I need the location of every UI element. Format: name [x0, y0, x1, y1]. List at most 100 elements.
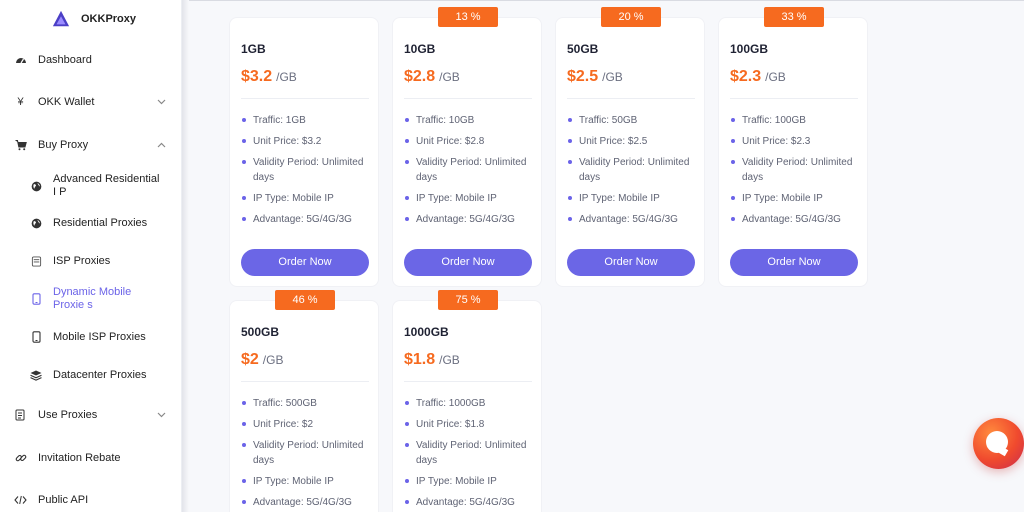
feature-list: Traffic: 500GB Unit Price: $2 Validity P…	[241, 396, 377, 512]
plan-card-10gb: 13 % 10GB $2.8 /GB Traffic: 10GB Unit Pr…	[392, 7, 542, 287]
feature-item: Traffic: 50GB	[567, 113, 703, 128]
sidebar-sub-item-label: Dynamic Mobile Proxie s	[53, 286, 132, 311]
sidebar-sub-item-label: Mobile ISP Proxies	[53, 330, 146, 343]
price-unit: /GB	[262, 353, 284, 367]
sidebar-sub-item-label: Datacenter Proxies	[53, 368, 147, 381]
feature-item: Unit Price: $2	[241, 417, 377, 432]
sidebar-item-buy-proxy[interactable]: Buy Proxy	[0, 133, 182, 157]
feature-item: IP Type: Mobile IP	[404, 191, 540, 206]
price-amount: $2.8	[404, 68, 436, 85]
feature-item: Unit Price: $1.8	[404, 417, 540, 432]
sidebar-item-isp-proxies[interactable]: ISP Proxies	[0, 252, 182, 270]
triangle-logo-icon	[52, 10, 70, 27]
sidebar-item-dashboard[interactable]: Dashboard	[0, 48, 182, 72]
brand[interactable]: OKKProxy	[52, 10, 136, 28]
chevron-down-icon[interactable]	[157, 97, 166, 107]
sidebar-sub-item-label: ISP Proxies	[53, 254, 111, 267]
price-amount: $2.3	[730, 68, 762, 85]
feature-item: Advantage: 5G/4G/3G	[567, 212, 703, 227]
sidebar-item-use-proxies[interactable]: Use Proxies	[0, 403, 182, 427]
feature-item: IP Type: Mobile IP	[241, 474, 377, 489]
mobile-icon	[30, 331, 42, 343]
plan-size: 1GB	[241, 42, 266, 56]
code-icon	[14, 494, 27, 507]
feature-list: Traffic: 50GB Unit Price: $2.5 Validity …	[567, 113, 703, 233]
feature-list: Traffic: 1000GB Unit Price: $1.8 Validit…	[404, 396, 540, 512]
sidebar-item-residential-proxies[interactable]: Residential Proxies	[0, 214, 182, 232]
layers-icon	[30, 369, 42, 381]
speedometer-icon	[14, 54, 27, 67]
feature-item: Validity Period: Unlimited days	[241, 438, 377, 468]
list-icon	[14, 409, 27, 422]
plan-price: $2.8 /GB	[404, 68, 460, 86]
price-unit: /GB	[276, 70, 297, 84]
feature-item: Advantage: 5G/4G/3G	[241, 495, 377, 510]
plan-card-1000gb: 75 % 1000GB $1.8 /GB Traffic: 1000GB Uni…	[392, 290, 542, 512]
sidebar-item-okk-wallet[interactable]: ¥ OKK Wallet	[0, 90, 182, 114]
cart-icon	[14, 139, 27, 152]
order-now-button[interactable]: Order Now	[241, 249, 369, 276]
feature-item: Traffic: 1000GB	[404, 396, 540, 411]
plan-card-50gb: 20 % 50GB $2.5 /GB Traffic: 50GB Unit Pr…	[555, 7, 705, 287]
app-root: OKKProxy Dashboard ¥ OKK Wallet Buy Prox…	[0, 0, 1024, 512]
brand-name: OKKProxy	[81, 13, 137, 25]
order-now-button[interactable]: Order Now	[567, 249, 695, 276]
feature-list: Traffic: 1GB Unit Price: $3.2 Validity P…	[241, 113, 377, 233]
card-divider	[730, 98, 858, 99]
card-divider	[567, 98, 695, 99]
feature-item: Unit Price: $2.3	[730, 134, 866, 149]
feature-list: Traffic: 100GB Unit Price: $2.3 Validity…	[730, 113, 866, 233]
feature-list: Traffic: 10GB Unit Price: $2.8 Validity …	[404, 113, 540, 233]
card-divider	[404, 381, 532, 382]
plan-card-500gb: 46 % 500GB $2 /GB Traffic: 500GB Unit Pr…	[229, 290, 379, 512]
sidebar-item-public-api[interactable]: Public API	[0, 488, 182, 512]
top-divider	[189, 0, 1024, 1]
feature-item: IP Type: Mobile IP	[241, 191, 377, 206]
price-unit: /GB	[765, 70, 786, 84]
yen-icon: ¥	[17, 96, 24, 108]
sidebar-item-invitation-rebate[interactable]: Invitation Rebate	[0, 446, 182, 470]
feature-item: Traffic: 100GB	[730, 113, 866, 128]
price-unit: /GB	[602, 70, 623, 84]
sidebar-item-label: Use Proxies	[38, 409, 98, 421]
discount-badge: 33 %	[764, 7, 824, 27]
order-now-button[interactable]: Order Now	[730, 249, 858, 276]
feature-item: Unit Price: $3.2	[241, 134, 377, 149]
feature-item: Advantage: 5G/4G/3G	[404, 212, 540, 227]
discount-badge: 46 %	[275, 290, 335, 310]
price-amount: $1.8	[404, 351, 436, 368]
chevron-up-icon[interactable]	[157, 140, 166, 150]
sidebar-item-label: Public API	[38, 494, 89, 506]
plan-price: $3.2 /GB	[241, 68, 297, 86]
feature-item: Advantage: 5G/4G/3G	[241, 212, 377, 227]
mobile-icon	[30, 293, 42, 305]
plan-price: $2.5 /GB	[567, 68, 623, 86]
feature-item: Unit Price: $2.5	[567, 134, 703, 149]
order-now-button[interactable]: Order Now	[404, 249, 532, 276]
feature-item: Validity Period: Unlimited days	[567, 155, 703, 185]
discount-badge: 75 %	[438, 290, 498, 310]
sidebar-item-mobile-isp-proxies[interactable]: Mobile ISP Proxies	[0, 328, 182, 346]
price-amount: $2.5	[567, 68, 599, 85]
link-icon	[14, 452, 27, 465]
sidebar-item-dynamic-mobile-proxies[interactable]: Dynamic Mobile Proxie s	[0, 285, 182, 313]
sidebar-item-advanced-residential-ip[interactable]: Advanced Residential I P	[0, 171, 182, 201]
price-amount: $3.2	[241, 68, 273, 85]
globe-icon	[30, 217, 42, 229]
feature-item: Traffic: 10GB	[404, 113, 540, 128]
discount-badge: 20 %	[601, 7, 661, 27]
sidebar-item-datacenter-proxies[interactable]: Datacenter Proxies	[0, 366, 182, 384]
sidebar-item-label: OKK Wallet	[38, 96, 95, 108]
feature-item: IP Type: Mobile IP	[404, 474, 540, 489]
feature-item: Validity Period: Unlimited days	[404, 438, 540, 468]
plan-price: $2 /GB	[241, 351, 283, 369]
feature-item: Traffic: 500GB	[241, 396, 377, 411]
chevron-down-icon[interactable]	[157, 410, 166, 420]
feature-item: Validity Period: Unlimited days	[404, 155, 540, 185]
chat-launcher-button[interactable]	[973, 418, 1024, 469]
globe-icon	[30, 180, 42, 192]
feature-item: Advantage: 5G/4G/3G	[404, 495, 540, 510]
server-icon	[30, 255, 42, 267]
sidebar-sub-item-label: Advanced Residential I P	[53, 173, 160, 198]
plan-size: 10GB	[404, 42, 436, 56]
